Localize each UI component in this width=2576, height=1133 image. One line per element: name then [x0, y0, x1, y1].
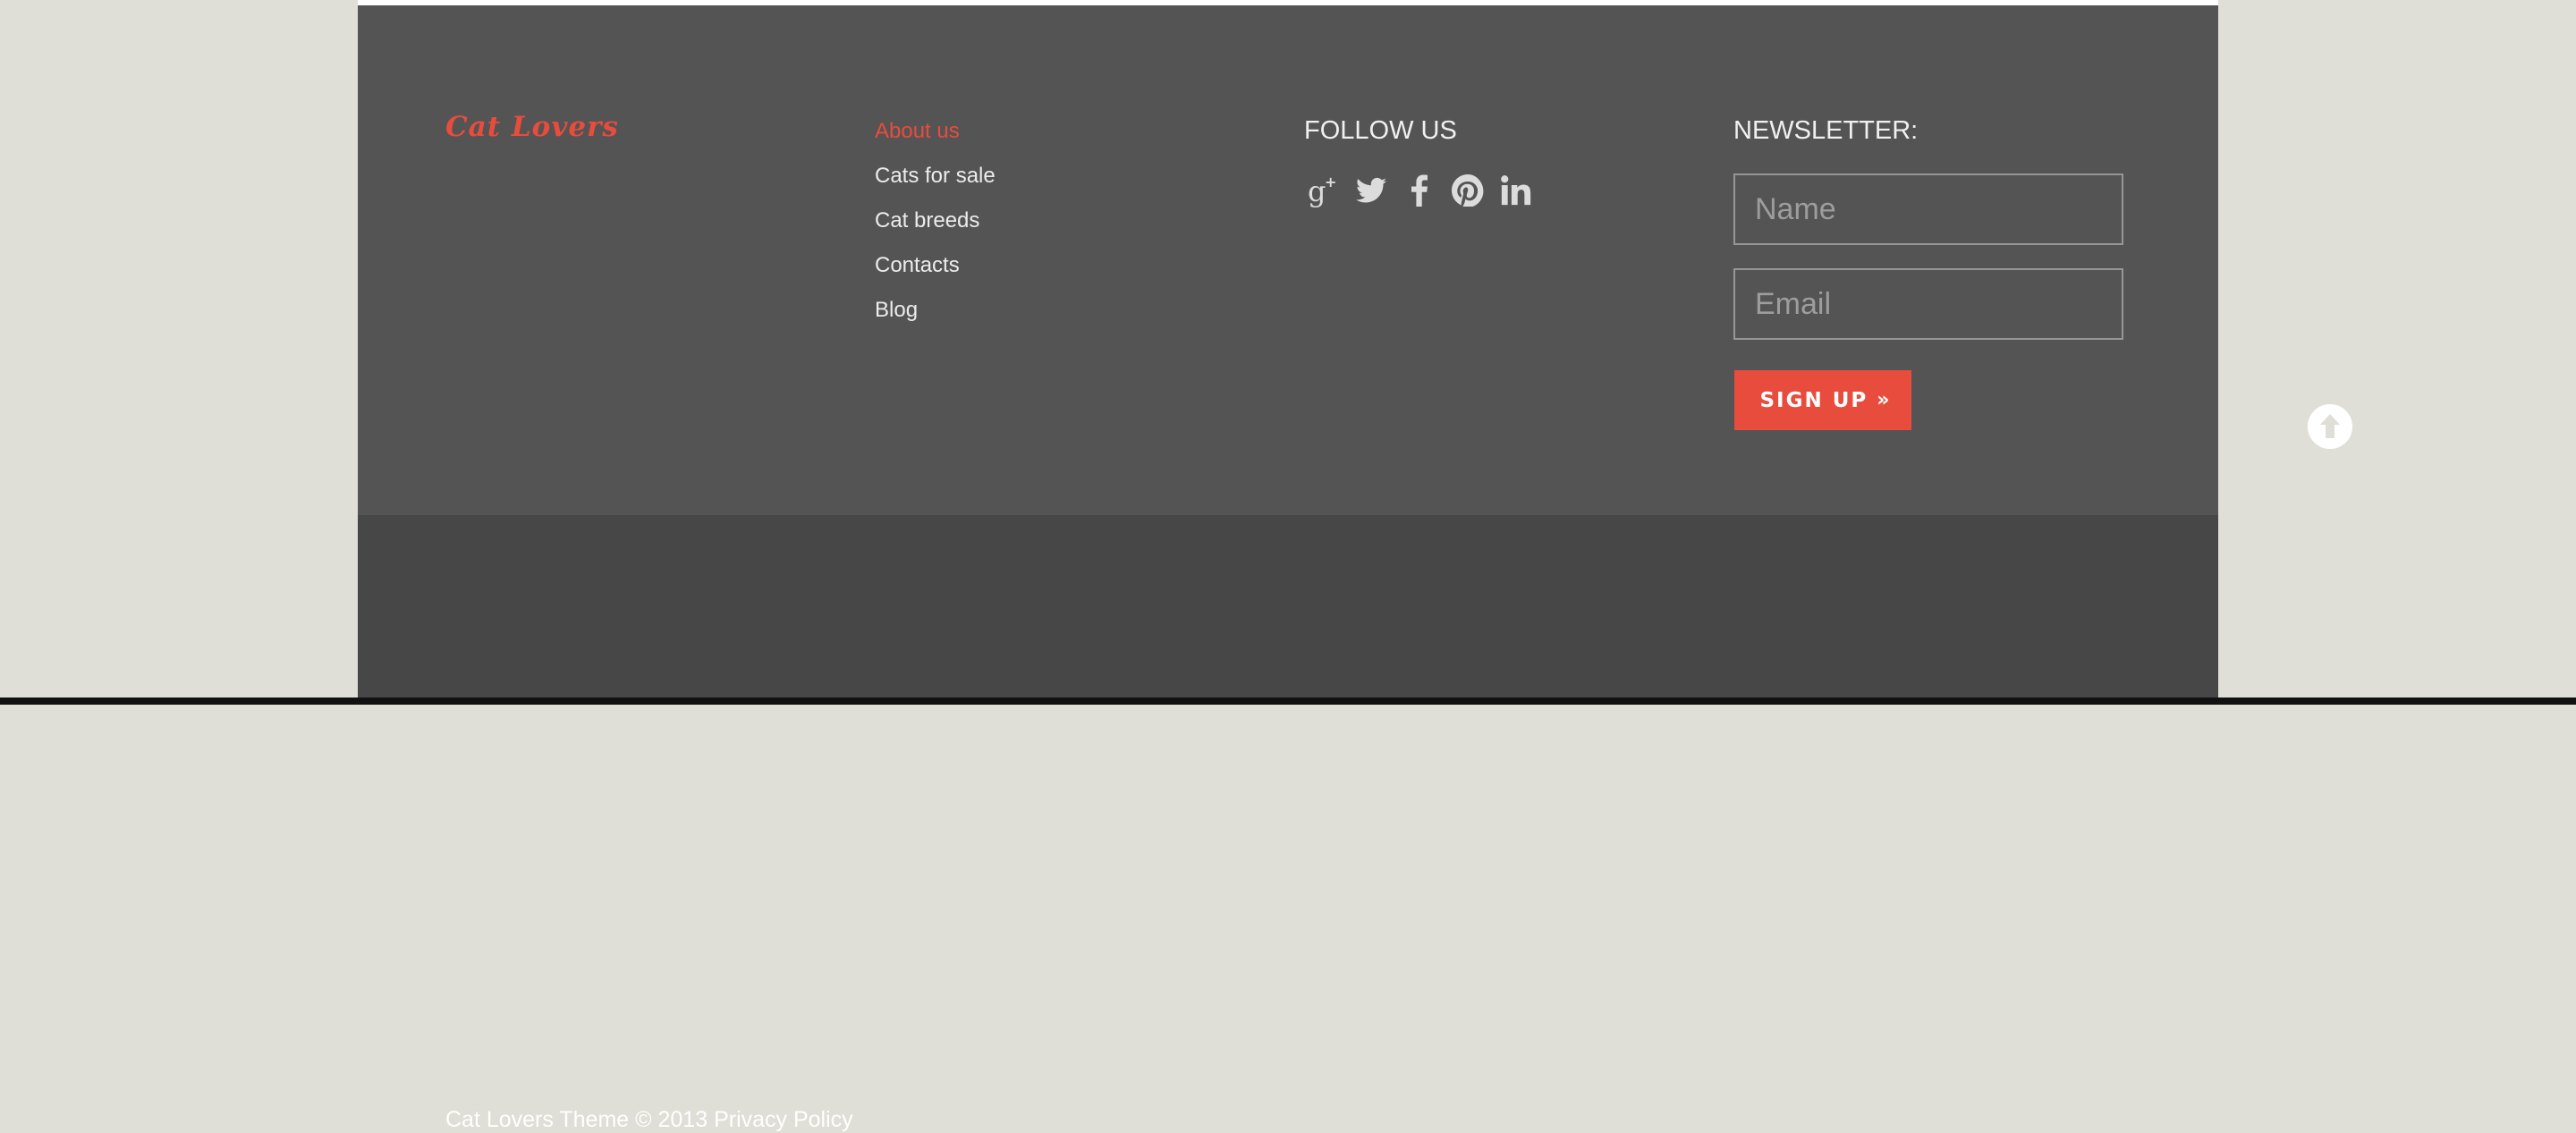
double-chevron-right-icon: »	[1877, 389, 1889, 411]
twitter-icon[interactable]	[1352, 172, 1390, 209]
nav-item-about-us[interactable]: About us	[875, 114, 996, 159]
page-container: Cat Lovers About us Cats for sale Cat br…	[358, 0, 2218, 1132]
footer-nav: About us Cats for sale Cat breeds Contac…	[875, 114, 996, 338]
name-input[interactable]	[1733, 173, 2123, 245]
footer-top: Cat Lovers About us Cats for sale Cat br…	[358, 5, 2218, 515]
footer-bottom: Cat Lovers Theme © 2013 Privacy Policy	[358, 515, 2218, 1132]
nav-item-blog[interactable]: Blog	[875, 293, 996, 338]
svg-text:g: g	[1308, 174, 1326, 208]
scroll-to-top-button[interactable]	[2308, 404, 2352, 449]
newsletter-heading: NEWSLETTER:	[1733, 116, 1919, 145]
arrow-up-circle-icon	[2308, 404, 2352, 449]
linkedin-icon[interactable]	[1497, 172, 1535, 209]
nav-item-cats-for-sale[interactable]: Cats for sale	[875, 159, 996, 204]
sign-up-label: SIGN UP	[1759, 388, 1868, 412]
email-input[interactable]	[1733, 268, 2123, 340]
footer-logo[interactable]: Cat Lovers	[445, 111, 619, 143]
sign-up-button[interactable]: SIGN UP »	[1734, 370, 1911, 430]
pinterest-icon[interactable]	[1449, 172, 1487, 209]
nav-item-cat-breeds[interactable]: Cat breeds	[875, 204, 996, 249]
google-plus-icon[interactable]: g +	[1304, 172, 1342, 209]
follow-us-heading: FOLLOW US	[1304, 116, 1457, 145]
facebook-icon[interactable]	[1401, 172, 1438, 209]
privacy-policy-link[interactable]: Privacy Policy	[714, 1107, 853, 1132]
social-links: g +	[1304, 172, 1546, 209]
svg-text:+: +	[1325, 173, 1336, 190]
window-bottom-edge	[0, 698, 2576, 705]
copyright-text: Cat Lovers Theme © 2013	[445, 1107, 708, 1132]
nav-item-contacts[interactable]: Contacts	[875, 249, 996, 293]
copyright: Cat Lovers Theme © 2013 Privacy Policy	[445, 1107, 853, 1133]
